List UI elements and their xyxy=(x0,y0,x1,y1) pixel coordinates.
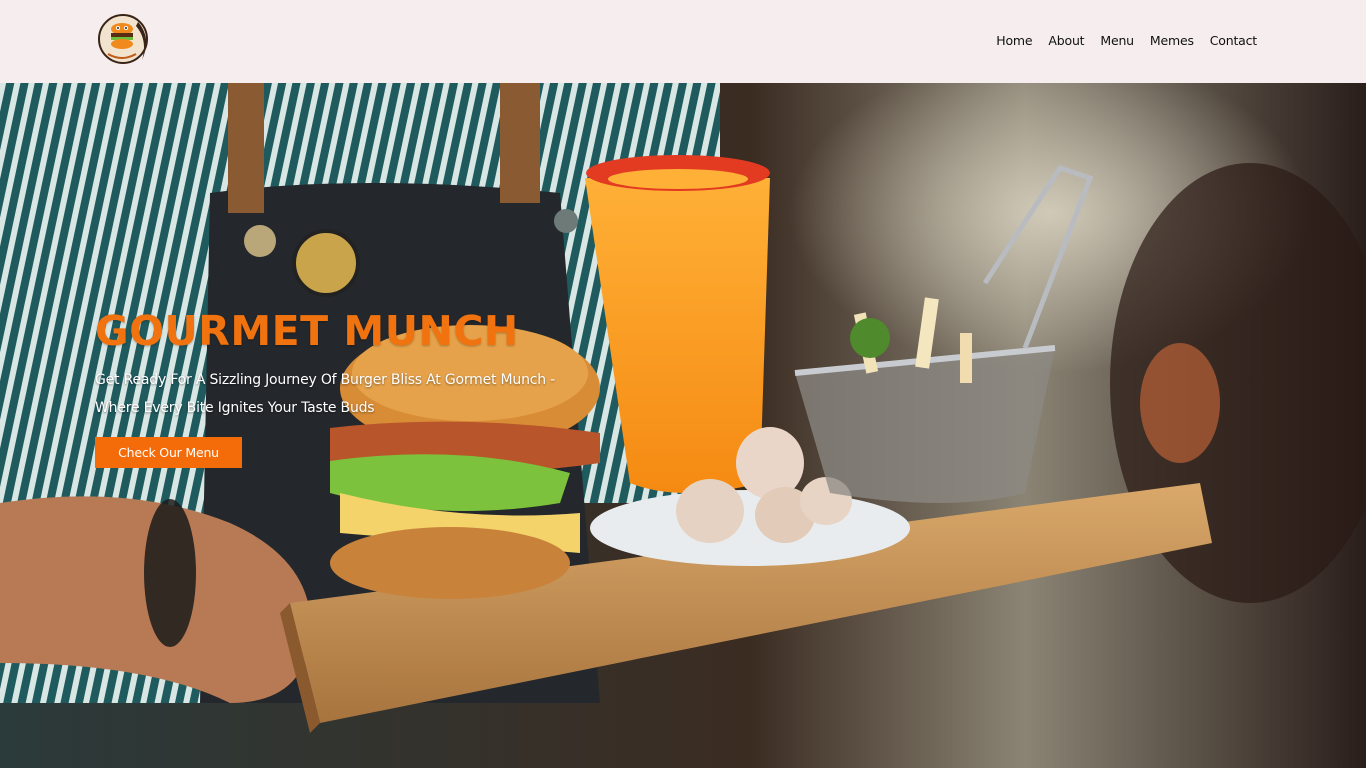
burger-mascot-logo-icon[interactable] xyxy=(98,12,150,66)
nav-memes-link[interactable]: Memes xyxy=(1150,33,1194,48)
nav-about-link[interactable]: About xyxy=(1048,33,1084,48)
nav-home-link[interactable]: Home xyxy=(996,33,1032,48)
hero-title: GOURMET MUNCH xyxy=(95,307,519,355)
hero-subtitle: Get Ready For A Sizzling Journey Of Burg… xyxy=(95,372,556,416)
nav-menu-link[interactable]: Menu xyxy=(1100,33,1134,48)
check-menu-button[interactable]: Check Our Menu xyxy=(95,437,242,468)
navbar: Home About Menu Memes Contact xyxy=(0,0,1366,83)
burger-tray-photo-icon xyxy=(0,83,1366,768)
hero-section: GOURMET MUNCH Get Ready For A Sizzling J… xyxy=(0,83,1366,768)
main-nav: Home About Menu Memes Contact xyxy=(980,33,1257,48)
nav-contact-link[interactable]: Contact xyxy=(1210,33,1257,48)
